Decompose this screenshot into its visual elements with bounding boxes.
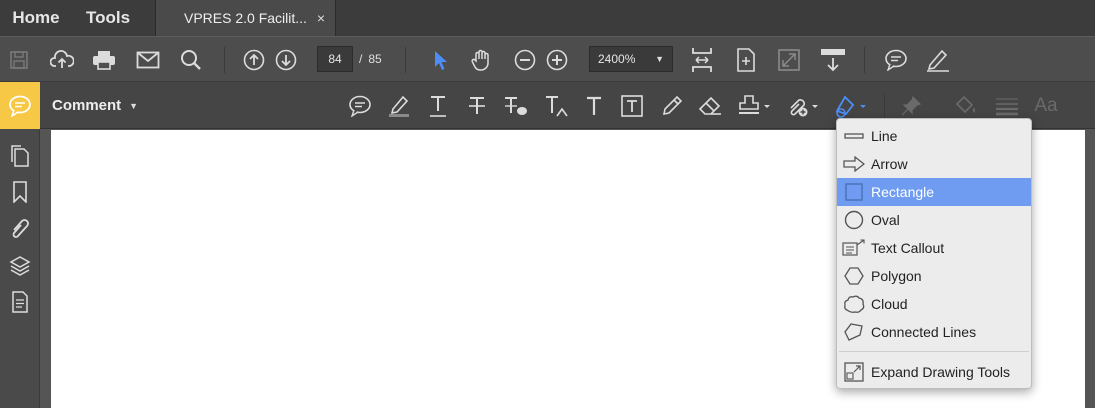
next-page-icon[interactable]: [274, 37, 298, 83]
replace-text-icon[interactable]: [501, 82, 529, 129]
menu-item-line[interactable]: Line: [837, 122, 1031, 150]
rectangle-icon: [837, 183, 871, 201]
insert-text-icon[interactable]: [542, 82, 570, 129]
drawing-tools-menu: Line Arrow Rectangle Oval Text Callout P…: [836, 118, 1032, 389]
fullscreen-icon[interactable]: [775, 37, 803, 83]
save-icon[interactable]: [6, 37, 32, 83]
pencil-icon[interactable]: [659, 82, 685, 129]
document-tab[interactable]: VPRES 2.0 Facilit... ×: [156, 0, 336, 36]
close-tab-icon[interactable]: ×: [317, 10, 325, 26]
mail-icon[interactable]: [134, 37, 162, 83]
sticky-note-icon[interactable]: [347, 82, 373, 129]
menu-item-label: Connected Lines: [871, 324, 977, 340]
document-tab-title: VPRES 2.0 Facilit...: [184, 10, 307, 26]
menu-item-label: Expand Drawing Tools: [871, 364, 1011, 380]
print-icon[interactable]: [90, 37, 118, 83]
menu-item-oval[interactable]: Oval: [837, 206, 1031, 234]
zoom-select[interactable]: 2400% ▼: [589, 46, 673, 72]
attachment-icon[interactable]: [0, 213, 40, 243]
chevron-down-icon: ▼: [129, 100, 139, 111]
comment-menu-button[interactable]: Comment ▼: [52, 82, 138, 129]
bookmark-icon[interactable]: [0, 177, 40, 207]
zoom-value: 2400%: [598, 52, 636, 66]
menu-item-arrow[interactable]: Arrow: [837, 150, 1031, 178]
page-count: / 85: [359, 46, 382, 72]
upload-icon[interactable]: [48, 37, 76, 83]
strikethrough-icon[interactable]: [464, 82, 490, 129]
search-icon[interactable]: [177, 37, 205, 83]
document-icon[interactable]: [0, 287, 40, 317]
arrow-icon: [837, 156, 871, 172]
connected-lines-icon: [837, 322, 871, 342]
underline-text-icon[interactable]: [425, 82, 451, 129]
prev-page-icon[interactable]: [242, 37, 266, 83]
text-callout-icon: [837, 239, 871, 257]
menu-item-label: Oval: [871, 212, 900, 228]
cloud-icon: [837, 294, 871, 314]
top-bar: Home Tools VPRES 2.0 Facilit... ×: [0, 0, 1095, 36]
menu-item-label: Cloud: [871, 296, 908, 312]
chevron-down-icon: ▼: [655, 54, 664, 64]
menu-item-expand-drawing-tools[interactable]: Expand Drawing Tools: [837, 357, 1031, 387]
menu-item-label: Line: [871, 128, 898, 144]
page-total: 85: [368, 52, 382, 66]
text-box-icon[interactable]: [619, 82, 645, 129]
tools-tab[interactable]: Tools: [72, 0, 156, 36]
line-icon: [837, 130, 871, 142]
expand-icon: [837, 362, 871, 382]
menu-divider: [839, 351, 1029, 352]
stamp-icon[interactable]: [736, 82, 772, 129]
select-arrow-icon[interactable]: [428, 37, 452, 83]
oval-icon: [837, 210, 871, 230]
page-view-icon[interactable]: [732, 37, 760, 83]
home-tab[interactable]: Home: [0, 0, 72, 36]
comment-label: Comment: [52, 97, 122, 114]
pages-icon[interactable]: [0, 141, 40, 171]
left-navigation-rail: [0, 129, 40, 408]
fit-page-icon[interactable]: [688, 37, 716, 83]
menu-item-label: Text Callout: [871, 240, 945, 256]
comment-icon[interactable]: [882, 37, 910, 83]
attach-icon[interactable]: [784, 82, 820, 129]
comment-badge-icon: [9, 95, 31, 117]
menu-item-rectangle[interactable]: Rectangle: [837, 178, 1031, 206]
menu-item-cloud[interactable]: Cloud: [837, 290, 1031, 318]
page-separator: /: [359, 52, 363, 66]
menu-item-label: Rectangle: [871, 184, 935, 200]
comment-tool-badge[interactable]: [0, 82, 40, 129]
zoom-in-icon[interactable]: [544, 37, 570, 83]
layers-icon[interactable]: [0, 251, 40, 281]
main-toolbar: 84 / 85 2400% ▼: [0, 36, 1095, 82]
hand-icon[interactable]: [468, 37, 496, 83]
font-icon[interactable]: Aa: [1030, 82, 1062, 129]
zoom-out-icon[interactable]: [512, 37, 538, 83]
sign-icon[interactable]: [924, 37, 952, 83]
page-number-input[interactable]: 84: [317, 46, 353, 72]
menu-item-text-callout[interactable]: Text Callout: [837, 234, 1031, 262]
scroll-mode-icon[interactable]: [818, 37, 848, 83]
add-text-icon[interactable]: [581, 82, 607, 129]
polygon-icon: [837, 266, 871, 286]
menu-item-label: Arrow: [871, 156, 908, 172]
menu-item-label: Polygon: [871, 268, 922, 284]
menu-item-connected-lines[interactable]: Connected Lines: [837, 318, 1031, 346]
highlight-icon[interactable]: [386, 82, 412, 129]
eraser-icon[interactable]: [696, 82, 724, 129]
menu-item-polygon[interactable]: Polygon: [837, 262, 1031, 290]
